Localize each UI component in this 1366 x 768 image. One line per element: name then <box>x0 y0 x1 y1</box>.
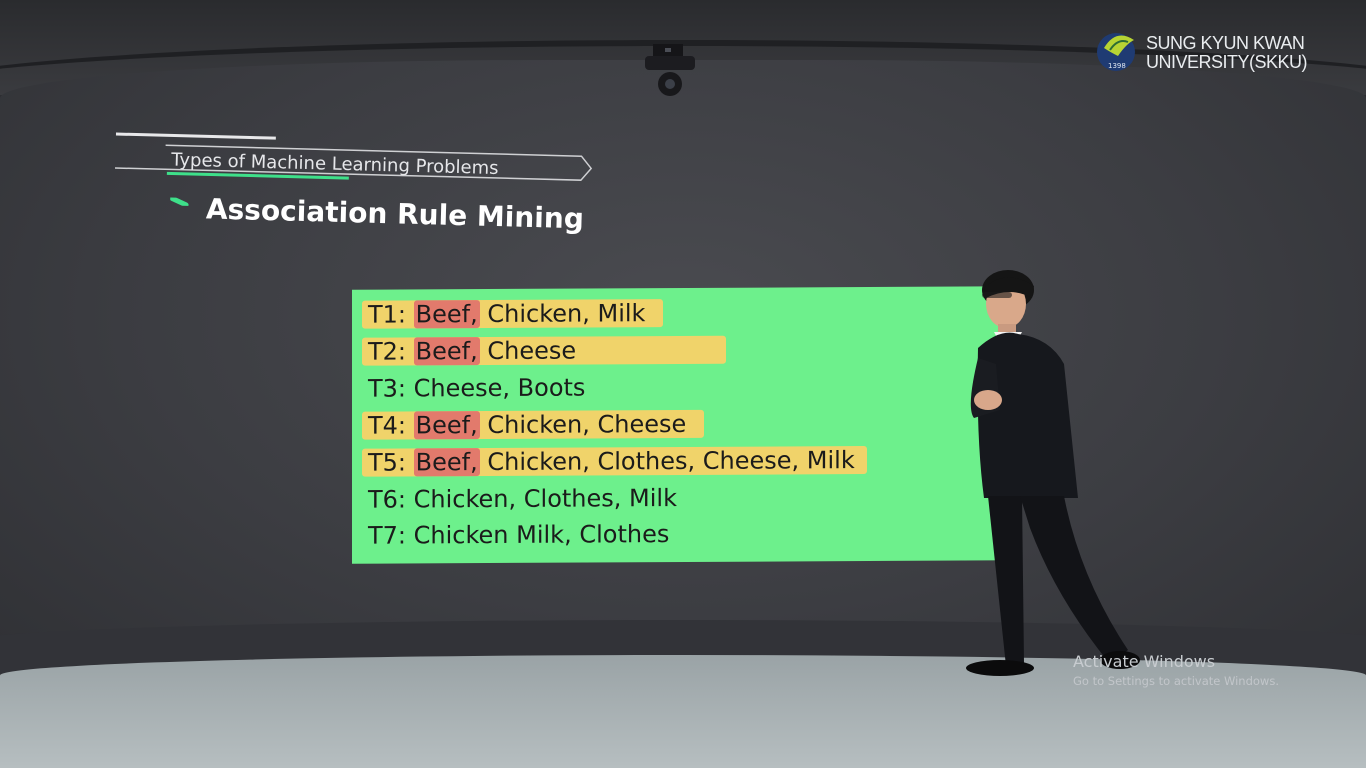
transaction-items: Chicken, Milk <box>487 299 646 329</box>
transaction-items: Cheese, Boots <box>413 373 586 403</box>
university-name: SUNG KYUN KWAN UNIVERSITY(SKKU) <box>1146 33 1308 72</box>
skku-ginkgo-emblem: 1398 <box>1097 33 1135 71</box>
university-name-line2: UNIVERSITY(SKKU) <box>1146 52 1308 72</box>
ceiling-camera <box>645 44 695 96</box>
transaction-id: T3: <box>368 374 407 403</box>
transaction-id: T7: <box>368 521 407 550</box>
transaction-row: T7: Chicken Milk, Clothes <box>368 519 669 551</box>
item-beef-highlight: Beef, <box>413 337 480 366</box>
item-beef-highlight: Beef, <box>413 448 480 477</box>
transaction-id: T4: <box>368 411 407 440</box>
slide-header: Types of Machine Learning Problems Assoc… <box>113 130 636 254</box>
lecture-scene: 1398 SUNG KYUN KWAN UNIVERSITY(SKKU) Typ… <box>0 0 1366 768</box>
transaction-row: T2: Beef, Cheese <box>362 335 727 367</box>
transaction-items: Chicken Milk, Clothes <box>413 520 670 550</box>
transaction-items: Chicken, Cheese <box>487 409 687 440</box>
transaction-row: T6: Chicken, Clothes, Milk <box>368 483 677 515</box>
slide-title: Association Rule Mining <box>205 192 585 236</box>
university-name-line1: SUNG KYUN KWAN <box>1146 33 1305 53</box>
windows-activation-watermark: Activate Windows Go to Settings to activ… <box>1073 652 1279 688</box>
transaction-id: T6: <box>368 485 407 514</box>
watermark-subtitle: Go to Settings to activate Windows. <box>1073 674 1279 688</box>
logo-year: 1398 <box>1108 62 1126 70</box>
transaction-id: T1: <box>368 300 407 329</box>
presenter <box>966 270 1140 676</box>
university-logo: 1398 SUNG KYUN KWAN UNIVERSITY(SKKU) <box>1096 26 1336 82</box>
transactions-board: T1: Beef, Chicken, Milk T2: Beef, Cheese… <box>352 286 1012 564</box>
transaction-items: Cheese <box>487 336 577 366</box>
transaction-items: Chicken, Clothes, Milk <box>413 484 677 514</box>
transaction-row: T1: Beef, Chicken, Milk <box>362 298 664 330</box>
transaction-id: T2: <box>368 337 407 366</box>
item-beef-highlight: Beef, <box>413 411 480 440</box>
transaction-row: T3: Cheese, Boots <box>368 373 585 404</box>
title-accent-dash <box>170 197 189 207</box>
transaction-id: T5: <box>368 448 407 477</box>
transaction-row: T5: Beef, Chicken, Clothes, Cheese, Milk <box>362 445 867 478</box>
transaction-items: Chicken, Clothes, Cheese, Milk <box>487 446 855 477</box>
transaction-row: T4: Beef, Chicken, Cheese <box>362 409 705 441</box>
watermark-title: Activate Windows <box>1073 652 1216 671</box>
item-beef-highlight: Beef, <box>413 300 480 329</box>
